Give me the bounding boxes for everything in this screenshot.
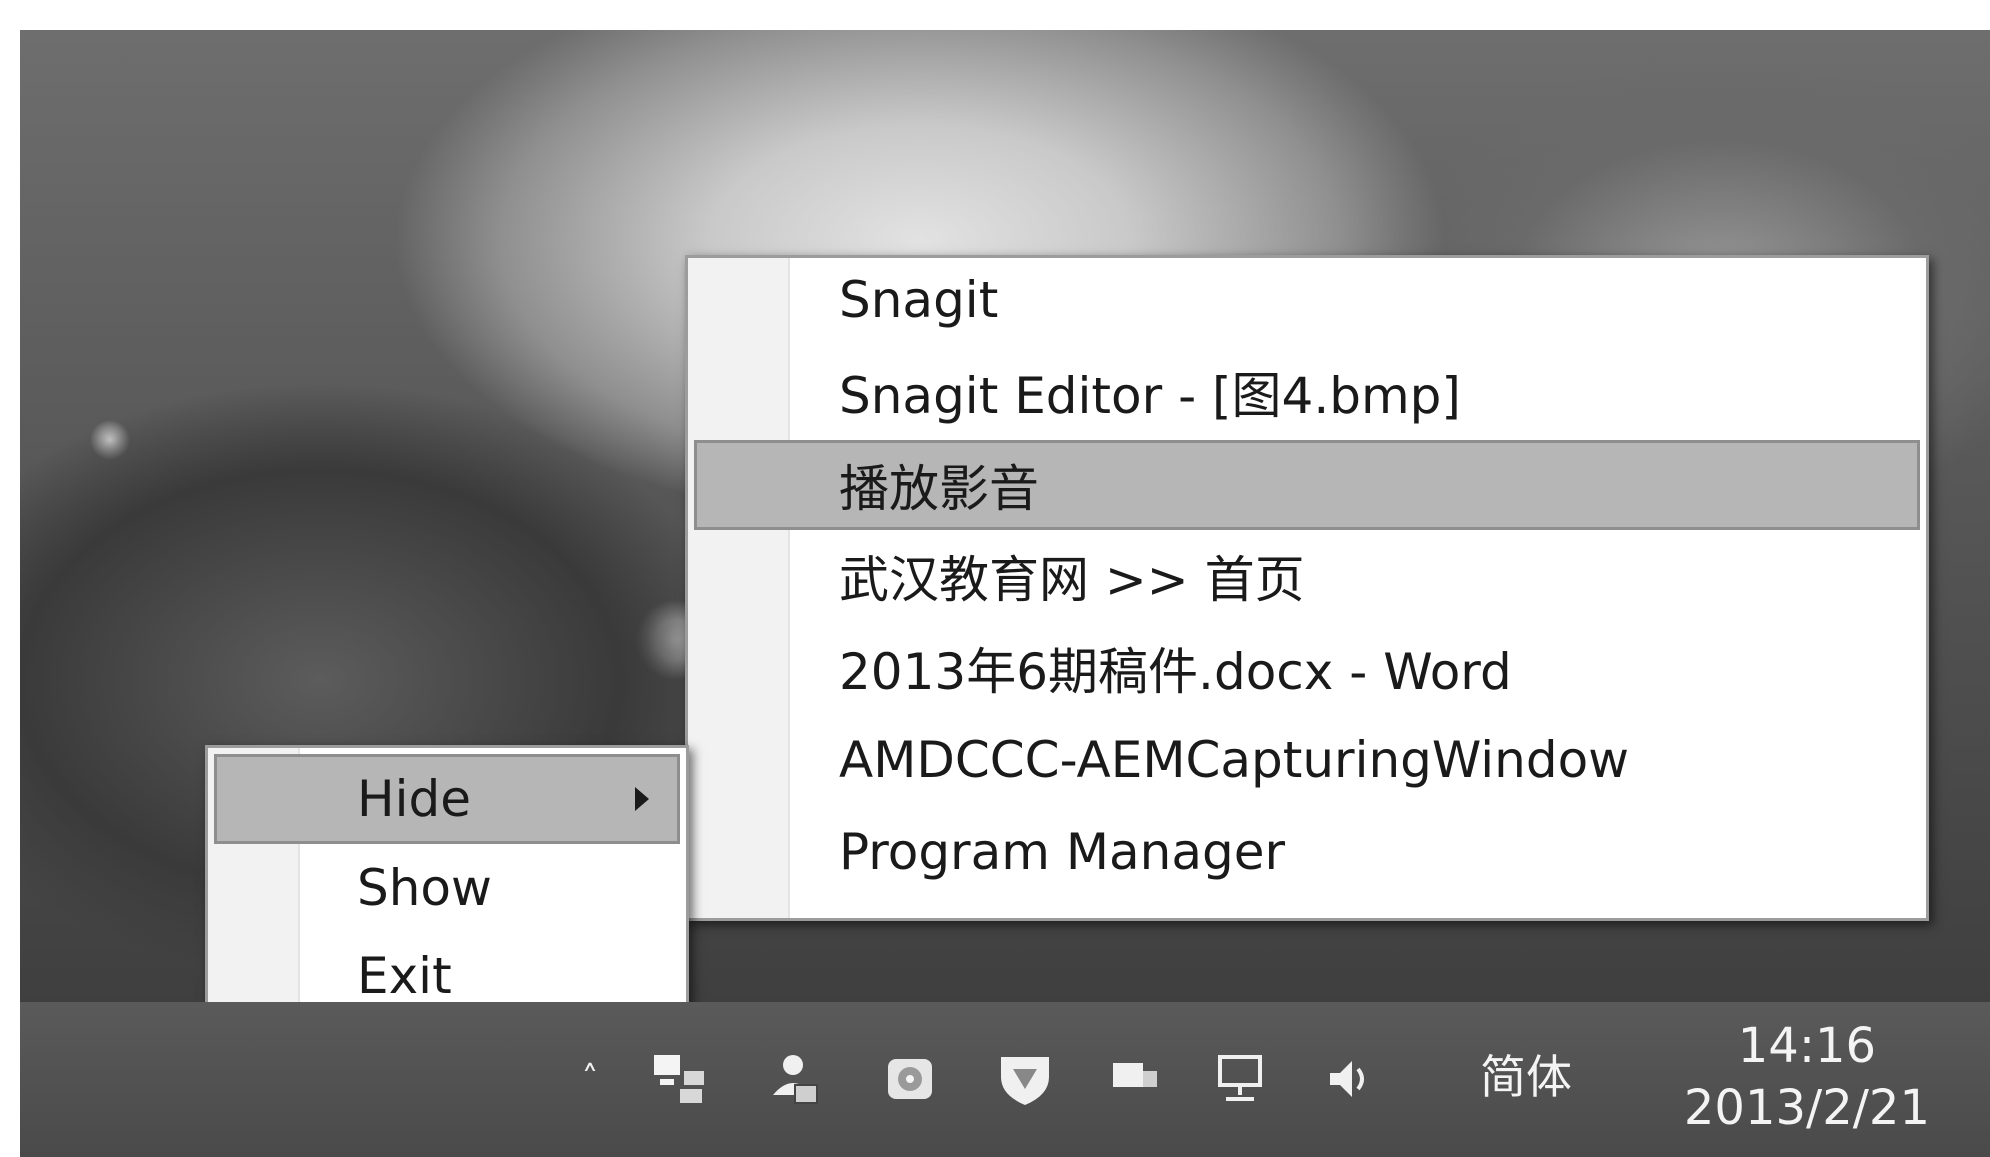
submenu-item-label: Program Manager xyxy=(839,823,1286,881)
submenu-item-label: 2013年6期稿件.docx - Word xyxy=(839,643,1512,701)
menu-item-label: Hide xyxy=(357,770,471,828)
submenu-item-label: Snagit Editor - [图4.bmp] xyxy=(839,367,1461,425)
submenu-item-amd-capture[interactable]: AMDCCC-AEMCapturingWindow xyxy=(694,718,1920,802)
desktop-background: Snagit Snagit Editor - [图4.bmp] 播放影音 武汉教… xyxy=(20,30,1990,1157)
submenu-item-label: 武汉教育网 >> 首页 xyxy=(839,551,1305,609)
overflow-chevron-icon[interactable]: ˄ xyxy=(560,1049,620,1109)
user-lock-icon[interactable] xyxy=(765,1049,825,1109)
disk-icon[interactable] xyxy=(880,1049,940,1109)
submenu-item-label: AMDCCC-AEMCapturingWindow xyxy=(839,731,1630,789)
ime-label: 简体 xyxy=(1480,1050,1572,1104)
menu-item-label: Show xyxy=(357,859,492,917)
clock-time: 14:16 xyxy=(1737,1018,1877,1074)
submenu-item-wuhan-edu[interactable]: 武汉教育网 >> 首页 xyxy=(694,534,1920,618)
submenu-item-label: Snagit xyxy=(839,271,999,329)
flag-icon[interactable] xyxy=(1105,1049,1165,1109)
tray-context-menu: Hide Show Exit xyxy=(205,745,689,1026)
ime-indicator[interactable]: 简体 xyxy=(1480,1041,1572,1107)
submenu-item-program-manager[interactable]: Program Manager xyxy=(694,810,1920,894)
submenu-item-label: 播放影音 xyxy=(839,460,1039,518)
network-icon[interactable] xyxy=(1210,1049,1270,1109)
submenu-item-play-media[interactable]: 播放影音 xyxy=(694,440,1920,530)
taskbar: ˄ 简体 14:16 2013/2/21 xyxy=(20,1002,1990,1157)
window-hider-icon[interactable] xyxy=(650,1049,710,1109)
window-list-submenu: Snagit Snagit Editor - [图4.bmp] 播放影音 武汉教… xyxy=(685,255,1929,921)
submenu-item-snagit[interactable]: Snagit xyxy=(694,258,1920,342)
menu-item-label: Exit xyxy=(357,947,452,1005)
submenu-item-word-doc[interactable]: 2013年6期稿件.docx - Word xyxy=(694,626,1920,710)
menu-item-hide[interactable]: Hide xyxy=(214,754,680,844)
overflow-chevron-glyph: ˄ xyxy=(581,1059,599,1099)
shield-icon[interactable] xyxy=(995,1049,1055,1109)
submenu-item-snagit-editor[interactable]: Snagit Editor - [图4.bmp] xyxy=(694,350,1920,434)
clock-date: 2013/2/21 xyxy=(1683,1080,1930,1136)
taskbar-clock[interactable]: 14:16 2013/2/21 xyxy=(1684,1015,1930,1139)
submenu-arrow-icon xyxy=(635,787,649,811)
volume-icon[interactable] xyxy=(1320,1049,1380,1109)
menu-item-show[interactable]: Show xyxy=(214,846,680,930)
